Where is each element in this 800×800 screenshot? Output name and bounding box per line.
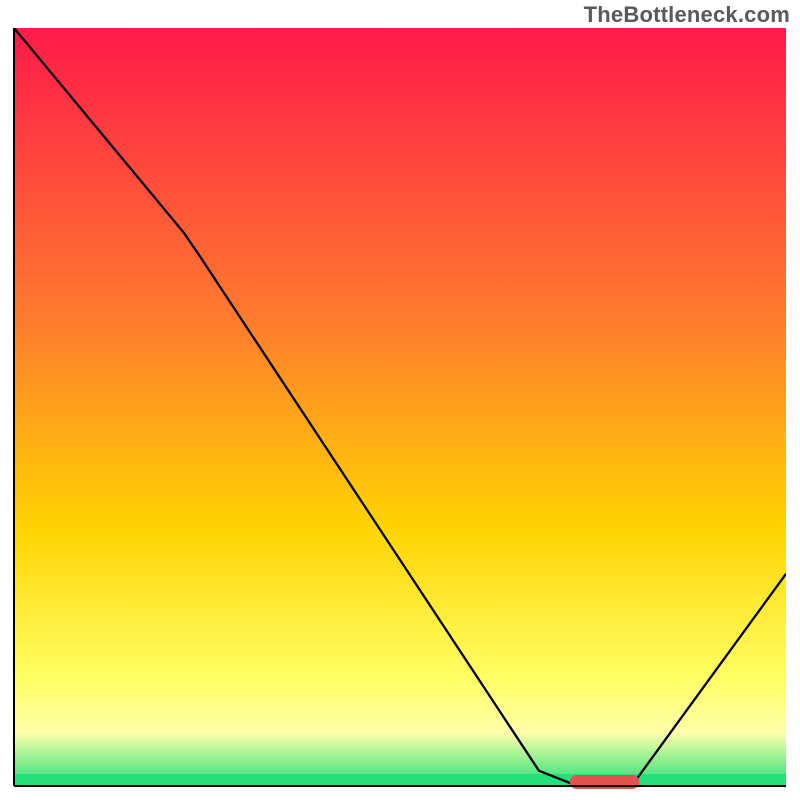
chart-background (14, 28, 786, 786)
green-baseline (14, 774, 786, 786)
bottleneck-chart (0, 28, 800, 800)
attribution-label: TheBottleneck.com (584, 2, 790, 28)
